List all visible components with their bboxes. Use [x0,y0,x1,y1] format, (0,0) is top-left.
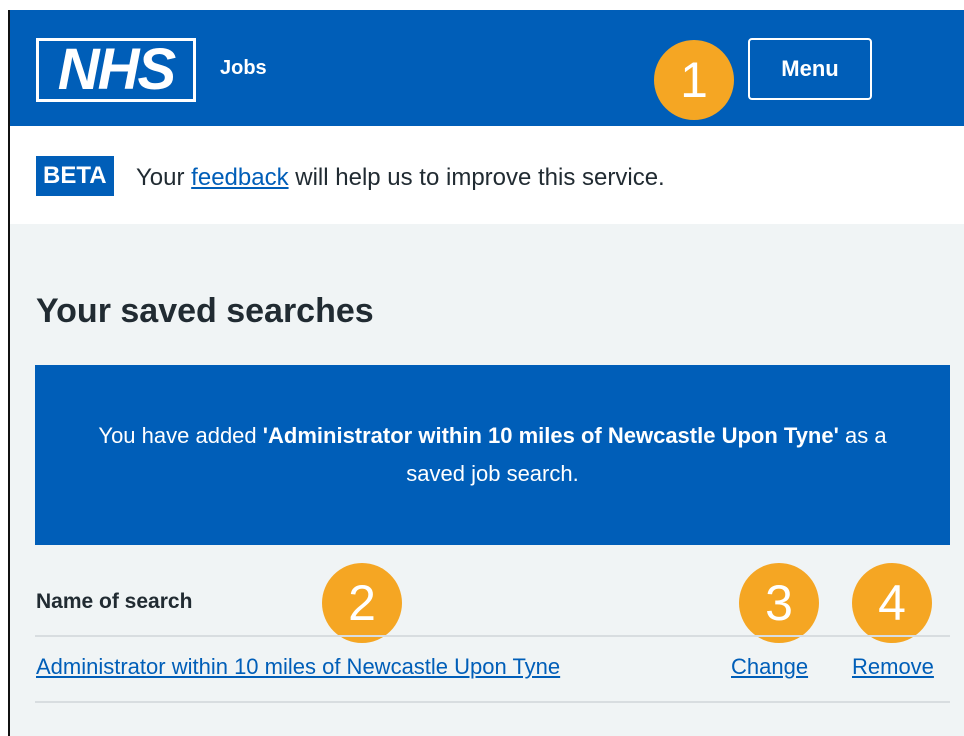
beta-tag: BETA [36,156,114,196]
beta-text-before: Your [136,164,185,191]
menu-button[interactable]: Menu [748,38,872,100]
beta-banner: BETA Your feedback will help us to impro… [10,126,964,224]
annotation-badge-3: 3 [739,563,819,643]
remove-link[interactable]: Remove [852,654,934,680]
table-divider-bottom [35,701,950,703]
site-header: NHS Jobs Menu [10,10,964,126]
beta-message: Your feedback will help us to improve th… [136,164,665,192]
confirmation-search-name: 'Administrator within 10 miles of Newcas… [262,423,839,448]
service-name[interactable]: Jobs [220,57,267,80]
page-title: Your saved searches [36,292,374,330]
table-divider-top [35,635,950,637]
nhs-logo-text: NHS [39,41,193,99]
annotation-badge-4: 4 [852,563,932,643]
beta-text-after: will help us to improve this service. [295,164,665,191]
feedback-link[interactable]: feedback [191,164,288,191]
confirmation-panel: You have added 'Administrator within 10 … [35,365,950,545]
confirmation-message: You have added 'Administrator within 10 … [75,417,910,493]
column-header-name: Name of search [36,590,193,613]
nhs-logo[interactable]: NHS [36,38,196,102]
change-link[interactable]: Change [731,654,808,680]
window-frame-top [0,0,964,10]
saved-search-link[interactable]: Administrator within 10 miles of Newcast… [36,654,560,680]
confirmation-text-before: You have added [98,423,257,448]
annotation-badge-2: 2 [322,563,402,643]
annotation-badge-1: 1 [654,40,734,120]
